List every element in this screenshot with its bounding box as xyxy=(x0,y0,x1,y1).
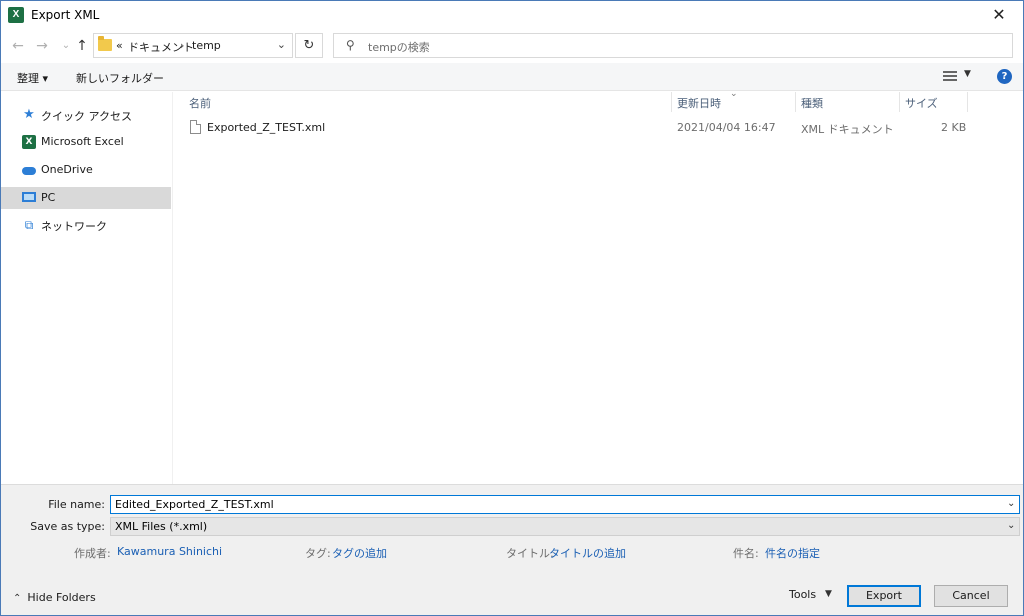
cloud-icon xyxy=(22,167,36,175)
star-icon: ★ xyxy=(23,107,35,122)
sidebar-item-quick-access[interactable]: ★ クイック アクセス xyxy=(1,104,171,126)
column-divider[interactable] xyxy=(795,92,796,112)
sort-chevron-icon: ⌄ xyxy=(730,89,738,99)
save-options-panel: File name: ⌄ Save as type: XML Files (*.… xyxy=(1,484,1023,615)
address-bar[interactable]: « ドキュメント › temp ⌄ xyxy=(93,33,293,58)
filename-label: File name: xyxy=(48,498,105,511)
organize-button[interactable]: 整理 ▾ xyxy=(17,70,48,86)
command-toolbar: 整理 ▾ 新しいフォルダー ▼ ? xyxy=(1,63,1023,91)
network-icon: ⧉ xyxy=(24,218,34,232)
filename-field[interactable] xyxy=(110,495,1020,514)
search-placeholder: tempの検索 xyxy=(368,41,430,54)
search-input[interactable]: ⚲ tempの検索 xyxy=(333,33,1013,58)
export-button[interactable]: Export xyxy=(847,585,921,607)
title-field[interactable]: タイトルの追加 xyxy=(549,545,626,561)
view-dropdown-icon[interactable]: ▼ xyxy=(964,69,971,79)
view-options-icon[interactable] xyxy=(943,71,957,83)
forward-icon[interactable]: → xyxy=(33,37,51,55)
chevron-up-icon: ⌃ xyxy=(13,593,22,604)
file-size: 2 KB xyxy=(941,121,967,134)
file-name: Exported_Z_TEST.xml xyxy=(207,121,326,134)
tags-field[interactable]: タグの追加 xyxy=(332,545,387,561)
breadcrumb-temp[interactable]: temp xyxy=(192,39,221,52)
navigation-bar: ← → ⌄ ↑ « ドキュメント › temp ⌄ ↻ ⚲ tempの検索 xyxy=(1,29,1023,63)
author-label: 作成者: xyxy=(74,547,111,560)
sidebar-item-network[interactable]: ⧉ ネットワーク xyxy=(1,214,171,236)
breadcrumb-separator[interactable]: › xyxy=(180,39,184,52)
subject-label: 件名: xyxy=(733,547,759,560)
sidebar-item-label: PC xyxy=(41,191,56,204)
new-folder-button[interactable]: 新しいフォルダー xyxy=(76,70,164,86)
file-modified: 2021/04/04 16:47 xyxy=(677,121,776,134)
column-divider[interactable] xyxy=(671,92,672,112)
column-header-name[interactable]: 名前 xyxy=(189,95,211,111)
computer-icon xyxy=(22,192,36,202)
export-xml-dialog: X Export XML ✕ ← → ⌄ ↑ « ドキュメント › temp ⌄… xyxy=(0,0,1024,616)
chevron-down-icon[interactable]: ⌄ xyxy=(1007,498,1015,509)
column-header-size[interactable]: サイズ xyxy=(905,95,938,111)
excel-icon: X xyxy=(22,135,36,149)
file-type: XML ドキュメント xyxy=(801,123,894,136)
hide-folders-label: Hide Folders xyxy=(27,591,96,604)
column-header-type[interactable]: 種類 xyxy=(801,95,823,111)
file-icon xyxy=(190,120,201,134)
subject-field[interactable]: 件名の指定 xyxy=(765,545,820,561)
navigation-pane: ★ クイック アクセス X Microsoft Excel OneDrive P… xyxy=(1,92,173,484)
search-icon: ⚲ xyxy=(346,38,355,52)
folder-icon xyxy=(98,36,112,51)
author-field[interactable]: Kawamura Shinichi xyxy=(117,545,222,558)
table-row[interactable]: Exported_Z_TEST.xml 2021/04/04 16:47 XML… xyxy=(185,116,985,138)
chevron-down-icon[interactable]: ⌄ xyxy=(277,38,286,51)
help-icon[interactable]: ? xyxy=(997,69,1012,84)
column-divider[interactable] xyxy=(899,92,900,112)
savetype-value: XML Files (*.xml) xyxy=(115,520,208,533)
title-label: タイトル: xyxy=(506,547,554,560)
up-folder-icon[interactable]: ↑ xyxy=(73,37,91,55)
tools-button[interactable]: Tools xyxy=(789,588,816,601)
savetype-select[interactable]: XML Files (*.xml) xyxy=(110,517,1020,536)
sidebar-item-label: クイック アクセス xyxy=(41,110,132,123)
savetype-label: Save as type: xyxy=(30,520,105,533)
close-button[interactable]: ✕ xyxy=(979,3,1019,27)
sidebar-item-pc[interactable]: PC xyxy=(1,187,171,209)
hide-folders-button[interactable]: ⌃ Hide Folders xyxy=(13,591,96,604)
tags-label: タグ: xyxy=(305,547,331,560)
window-title: Export XML xyxy=(31,8,100,22)
sidebar-item-microsoft-excel[interactable]: X Microsoft Excel xyxy=(1,131,171,153)
chevron-down-icon[interactable]: ⌄ xyxy=(1007,520,1015,531)
column-divider[interactable] xyxy=(967,92,968,112)
refresh-icon[interactable]: ↻ xyxy=(295,33,323,58)
tools-dropdown-icon[interactable]: ▼ xyxy=(825,589,832,599)
title-bar: X Export XML ✕ xyxy=(1,1,1023,29)
column-header-modified[interactable]: 更新日時 xyxy=(677,95,721,111)
sidebar-item-onedrive[interactable]: OneDrive xyxy=(1,159,171,181)
file-list: 名前 ⌄ 更新日時 種類 サイズ Exported_Z_TEST.xml 202… xyxy=(173,89,1023,484)
sidebar-item-label: ネットワーク xyxy=(41,220,107,233)
sidebar-item-label: Microsoft Excel xyxy=(41,135,124,148)
breadcrumb-overflow[interactable]: « xyxy=(116,39,123,52)
sidebar-item-label: OneDrive xyxy=(41,163,93,176)
cancel-button[interactable]: Cancel xyxy=(934,585,1008,607)
back-icon[interactable]: ← xyxy=(9,37,27,55)
excel-app-icon: X xyxy=(8,7,24,23)
